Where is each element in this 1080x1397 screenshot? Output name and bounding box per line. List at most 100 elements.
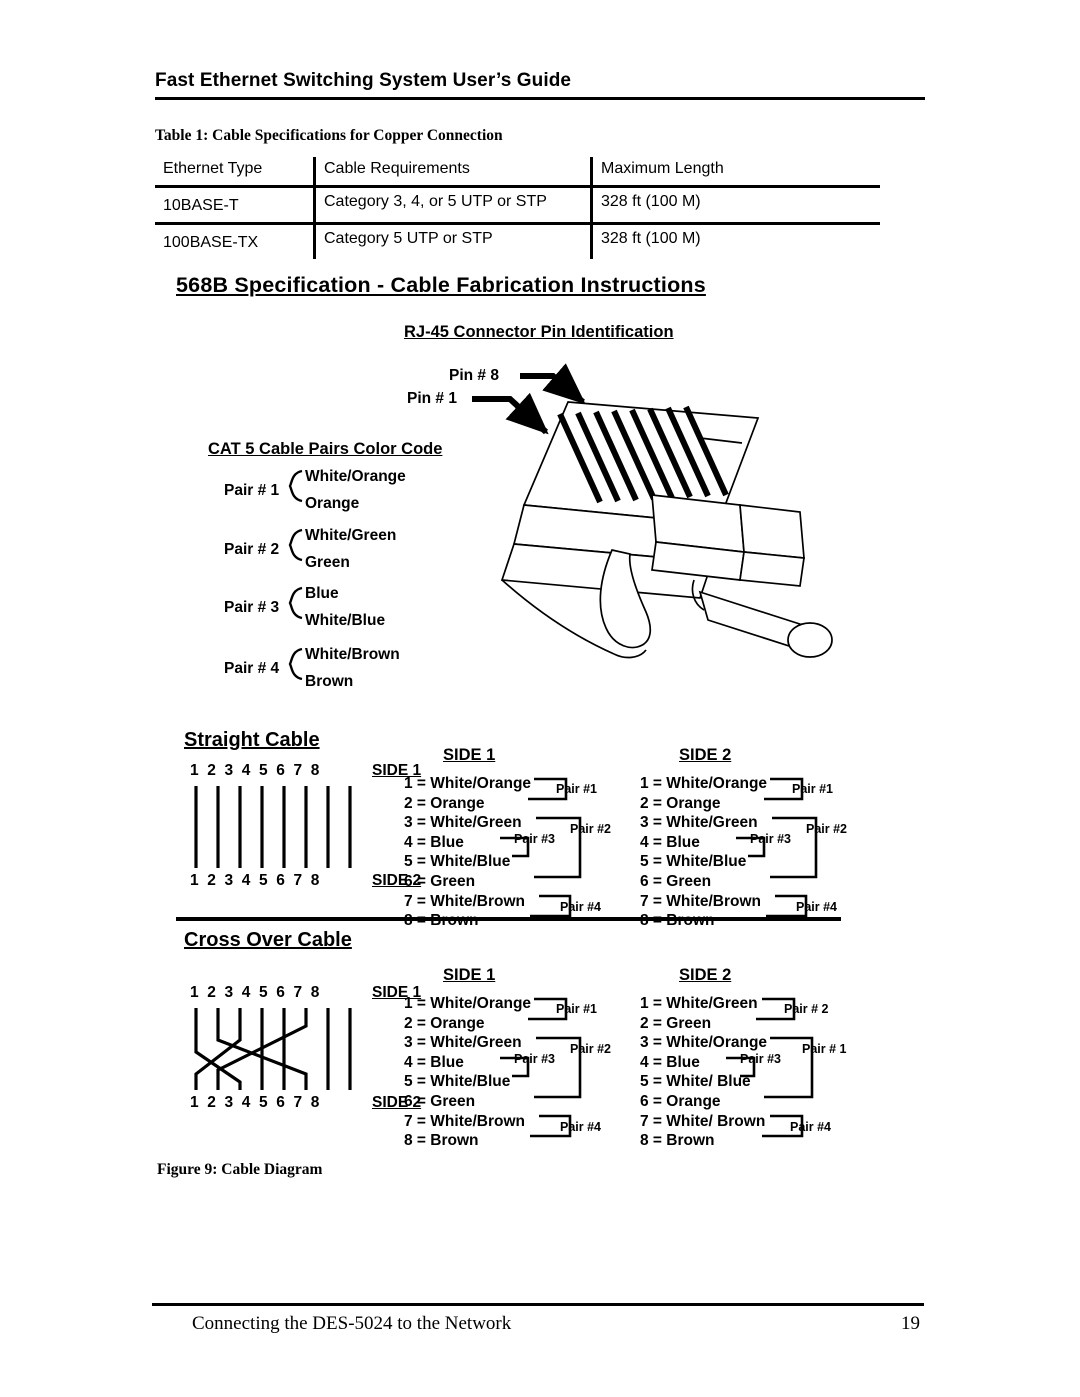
crossover-side1-pin-numbers: 1 2 3 4 5 6 7 8 (190, 984, 319, 1002)
straight-side2-pair-tag-3: Pair #3 (750, 832, 792, 846)
cell-ethernet-type: 100BASE-TX (163, 233, 259, 251)
section-divider (176, 917, 841, 921)
cable-specifications-table: Ethernet Type Cable Requirements Maximum… (155, 157, 880, 259)
pin-number: 4 (241, 984, 251, 1001)
pin-number: 1 (190, 984, 199, 1001)
pin-number: 2 (207, 1094, 216, 1111)
wire-item: 5 = White/ Blue (640, 1073, 751, 1091)
crossover-side1-pair-tag-3: Pair #3 (514, 1052, 556, 1066)
wire-item: 3 = White/Orange (640, 1034, 768, 1052)
pair-1-wire-a: White/Orange (305, 468, 406, 485)
pin-number: 5 (259, 762, 268, 779)
cell-maximum-length: 328 ft (100 M) (590, 223, 880, 259)
wire-item: 3 = White/Green (640, 814, 758, 832)
pair-1-label: Pair # 1 (224, 482, 280, 499)
pin-number: 5 (259, 872, 268, 889)
pin-number: 4 (241, 872, 251, 889)
crossover-cable-title: Cross Over Cable (184, 929, 352, 951)
wire-item: 5 = White/Blue (640, 853, 747, 871)
column-header-cable-requirements: Cable Requirements (313, 157, 592, 188)
wire-item: 4 = Blue (404, 1053, 464, 1071)
crossover-side2-column-title: SIDE 2 (679, 966, 732, 984)
straight-side1-pair-tag-2: Pair #2 (570, 822, 612, 836)
pin-number: 2 (207, 984, 216, 1001)
wire-item: 1 = White/Orange (404, 775, 532, 792)
table-caption: Table 1: Cable Specifications for Copper… (155, 127, 503, 144)
pin-number: 3 (224, 762, 234, 779)
footer-section-text: Connecting the DES-5024 to the Network (192, 1313, 512, 1334)
cat5-color-code-title: CAT 5 Cable Pairs Color Code (208, 440, 443, 458)
pair-1-wire-b: Orange (305, 495, 360, 512)
crossover-side2-pair-tag-3: Pair #3 (740, 1052, 782, 1066)
wire-item: 3 = White/Green (404, 814, 522, 832)
pin-number: 2 (207, 762, 216, 779)
table-header-row: Ethernet Type Cable Requirements Maximum… (155, 157, 880, 188)
pin-number: 1 (190, 872, 199, 889)
pin-number: 7 (293, 1094, 303, 1111)
pin-number: 8 (310, 1094, 320, 1111)
crossover-side2-wire-list: 1 = White/Green 2 = Green 3 = White/Oran… (640, 994, 767, 1151)
wire-item: 3 = White/Green (404, 1034, 522, 1052)
pin-number: 1 (190, 762, 199, 779)
cell-cable-requirements: Category 5 UTP or STP (313, 223, 592, 259)
crossover-side1-pair-tag-4: Pair #4 (560, 1120, 602, 1134)
pair-2-wire-a: White/Green (305, 527, 397, 544)
pair-3-wire-b: White/Blue (305, 612, 386, 629)
cell-cable-requirements: Category 3, 4, or 5 UTP or STP (313, 186, 592, 225)
wire-item: 1 = White/Green (640, 995, 758, 1012)
wire-item: 6 = Green (404, 872, 476, 890)
crossover-side2-pair-tag-1: Pair # 2 (784, 1002, 829, 1016)
pin-number: 5 (259, 984, 268, 1001)
pin-number: 7 (293, 762, 303, 779)
wire-item: 8 = Brown (640, 1132, 715, 1150)
crossover-side1-wire-list: 1 = White/Orange 2 = Orange 3 = White/Gr… (404, 994, 531, 1151)
crossover-side1-column-title: SIDE 1 (443, 966, 496, 984)
pin-number: 7 (293, 984, 303, 1001)
pin-number: 3 (224, 872, 234, 889)
crossover-side2-pin-numbers: 1 2 3 4 5 6 7 8 (190, 1094, 319, 1112)
pin-number: 7 (293, 872, 303, 889)
wire-item: 4 = Blue (640, 833, 700, 851)
pin-number: 6 (276, 762, 285, 779)
wire-item: 2 = Orange (404, 794, 485, 812)
straight-side1-pin-numbers: 1 2 3 4 5 6 7 8 (190, 762, 319, 780)
wire-item: 8 = Brown (404, 1132, 479, 1150)
pin-number: 8 (310, 984, 320, 1001)
cell-maximum-length: 328 ft (100 M) (590, 186, 880, 225)
wire-item: 6 = Green (404, 1092, 476, 1110)
crossover-side1-pair-tag-2: Pair #2 (570, 1042, 612, 1056)
pin-number: 6 (276, 872, 285, 889)
pair-3-label: Pair # 3 (224, 599, 280, 616)
wire-item: 6 = Orange (640, 1092, 721, 1110)
straight-side2-pair-tag-1: Pair #1 (792, 782, 834, 796)
pin-number: 4 (241, 762, 251, 779)
straight-side1-pair-tag-3: Pair #3 (514, 832, 556, 846)
pin8-arrow (520, 363, 586, 405)
cell-ethernet-type: 10BASE-T (155, 186, 315, 225)
crossover-side2-pair-tag-4: Pair #4 (790, 1120, 832, 1134)
straight-side1-wire-list: 1 = White/Orange 2 = Orange 3 = White/Gr… (404, 774, 531, 931)
pair-2-wire-b: Green (305, 554, 350, 571)
crossover-cable-wiring (194, 1008, 352, 1090)
wire-item: 2 = Orange (404, 1014, 485, 1032)
pin-number: 3 (224, 1094, 234, 1111)
straight-side2-pin-numbers: 1 2 3 4 5 6 7 8 (190, 872, 319, 890)
pin8-label: Pin # 8 (449, 367, 499, 384)
wire-item: 7 = White/ Brown (640, 1112, 766, 1130)
pin-number: 8 (310, 872, 320, 889)
straight-side1-column-title: SIDE 1 (443, 746, 496, 764)
page-header: Fast Ethernet Switching System User’s Gu… (155, 70, 925, 100)
pin-number: 3 (224, 984, 234, 1001)
wire-item: 1 = White/Orange (640, 775, 768, 792)
page-header-title: Fast Ethernet Switching System User’s Gu… (155, 70, 572, 91)
rj45-connector-illustration (194, 363, 833, 1138)
crossover-side1-pair-tag-1: Pair #1 (556, 1002, 598, 1016)
pair-2-label: Pair # 2 (224, 541, 280, 558)
table-row: 10BASE-T Category 3, 4, or 5 UTP or STP … (155, 186, 880, 225)
pin-number: 2 (207, 872, 216, 889)
header-divider (155, 97, 925, 100)
wire-item: 5 = White/Blue (404, 1073, 511, 1091)
pair-4-wire-a: White/Brown (305, 646, 400, 663)
straight-cable-wiring (194, 786, 352, 868)
cable-diagram-figure: 568B Specification - Cable Fabrication I… (0, 262, 1080, 1162)
